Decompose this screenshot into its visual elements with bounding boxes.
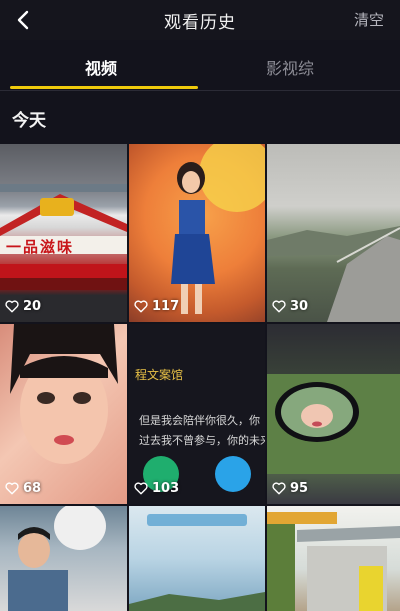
chevron-left-icon [17,10,29,30]
like-count-value: 20 [23,299,42,314]
like-count-value: 68 [23,481,42,496]
car-mirror-image [267,374,400,474]
heart-outline-icon [5,300,19,313]
like-count-value: 103 [152,481,180,496]
like-count: 68 [5,481,41,496]
clear-button[interactable]: 清空 [354,9,384,30]
restaurant-sign-image [0,184,127,290]
like-count: 20 [5,299,41,314]
like-count-value: 117 [152,299,180,314]
like-count: 103 [134,481,179,496]
shop-sign-text: 一品滋味 [6,238,75,256]
heart-outline-icon [272,300,286,313]
like-count-value: 30 [290,299,309,314]
like-count: 30 [272,299,308,314]
caption-line: 过去我不曾参与，你的未来 [139,434,265,447]
section-title-today: 今天 [12,111,46,131]
person-image [8,506,106,611]
tab-film-tv[interactable]: 影视综 [266,55,314,79]
heart-outline-icon [272,482,286,495]
face-filter-image [10,324,118,464]
active-tab-indicator [10,86,198,89]
video-thumbnail[interactable]: 68 [0,324,127,504]
video-thumbnail[interactable] [0,506,127,611]
post-author: 程文案馆 [135,368,184,382]
video-thumbnail[interactable]: 95 [267,324,400,504]
tab-videos[interactable]: 视频 [85,55,117,79]
video-thumbnail[interactable]: 117 [129,144,265,322]
sky-image [129,514,265,611]
video-thumbnail[interactable]: 程文案馆 但是我会陪伴你很久，你 过去我不曾参与，你的未来 103 [129,324,265,504]
video-thumbnail[interactable] [129,506,265,611]
heart-outline-icon [5,482,19,495]
mountain-road-image [267,226,400,322]
video-thumbnail[interactable]: 30 [267,144,400,322]
history-grid: 一品滋味 20 117 30 68 程文案馆 但是我会陪伴你很久，你 过去我不曾… [0,144,400,611]
tab-bar: 视频 影视综 [0,40,400,91]
back-button[interactable] [10,6,36,34]
like-count: 117 [134,299,179,314]
caption-line: 但是我会陪伴你很久，你 [139,414,260,427]
like-count: 95 [272,481,308,496]
video-thumbnail[interactable] [267,506,400,611]
app-icon [215,456,251,492]
building-image [267,512,400,611]
page-title: 观看历史 [164,13,236,33]
dancer-image [171,144,265,314]
video-thumbnail[interactable]: 一品滋味 20 [0,144,127,322]
top-bar: 观看历史 清空 [0,0,400,40]
heart-outline-icon [134,300,148,313]
like-count-value: 95 [290,481,309,496]
heart-outline-icon [134,482,148,495]
